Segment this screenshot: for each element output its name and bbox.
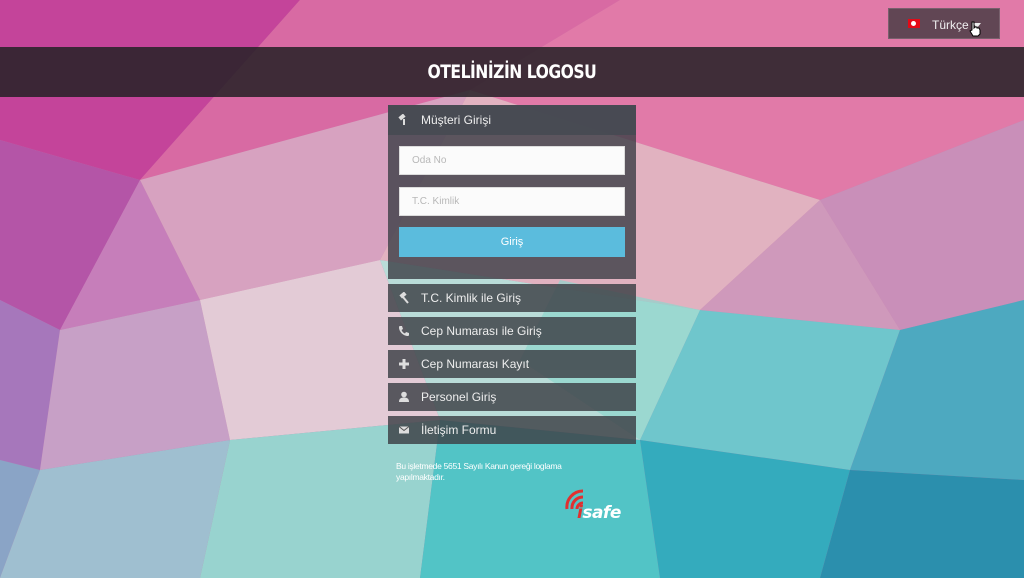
hotel-logo: OTELİNİZİN LOGOSU [427,61,597,83]
isafe-wordmark: isafe [577,503,621,523]
phone-icon [398,325,410,337]
room-number-input[interactable] [399,146,625,175]
gavel-icon [398,292,410,304]
panel-header: Müşteri Girişi [388,105,636,135]
language-label: Türkçe [932,18,969,32]
menu-item-phone-register[interactable]: Cep Numarası Kayıt [388,350,636,378]
isafe-logo: isafe [563,487,635,525]
tc-id-input[interactable] [399,187,625,216]
gavel-icon [398,114,410,126]
user-icon [398,391,410,403]
turkey-flag-icon [908,19,920,28]
menu-item-label: Cep Numarası Kayıt [421,357,530,371]
plus-icon [398,358,410,370]
envelope-icon [398,424,410,436]
menu-item-staff-login[interactable]: Personel Giriş [388,383,636,411]
hand-cursor-icon [969,21,981,37]
menu-item-label: T.C. Kimlik ile Giriş [421,291,522,305]
menu-item-label: Cep Numarası ile Giriş [421,324,542,338]
menu-item-label: İletişim Formu [421,423,497,437]
customer-login-panel: Müşteri Girişi Giriş [388,105,636,279]
menu-item-contact-form[interactable]: İletişim Formu [388,416,636,444]
menu-item-phone-login[interactable]: Cep Numarası ile Giriş [388,317,636,345]
login-button[interactable]: Giriş [399,227,625,257]
panel-title: Müşteri Girişi [421,113,492,127]
language-selector[interactable]: Türkçe [888,8,1000,39]
legal-notice: Bu işletmede 5651 Sayılı Kanun gereği lo… [396,461,562,482]
header-bar: OTELİNİZİN LOGOSU [0,47,1024,97]
menu-item-label: Personel Giriş [421,390,497,404]
menu-item-tc-login[interactable]: T.C. Kimlik ile Giriş [388,284,636,312]
